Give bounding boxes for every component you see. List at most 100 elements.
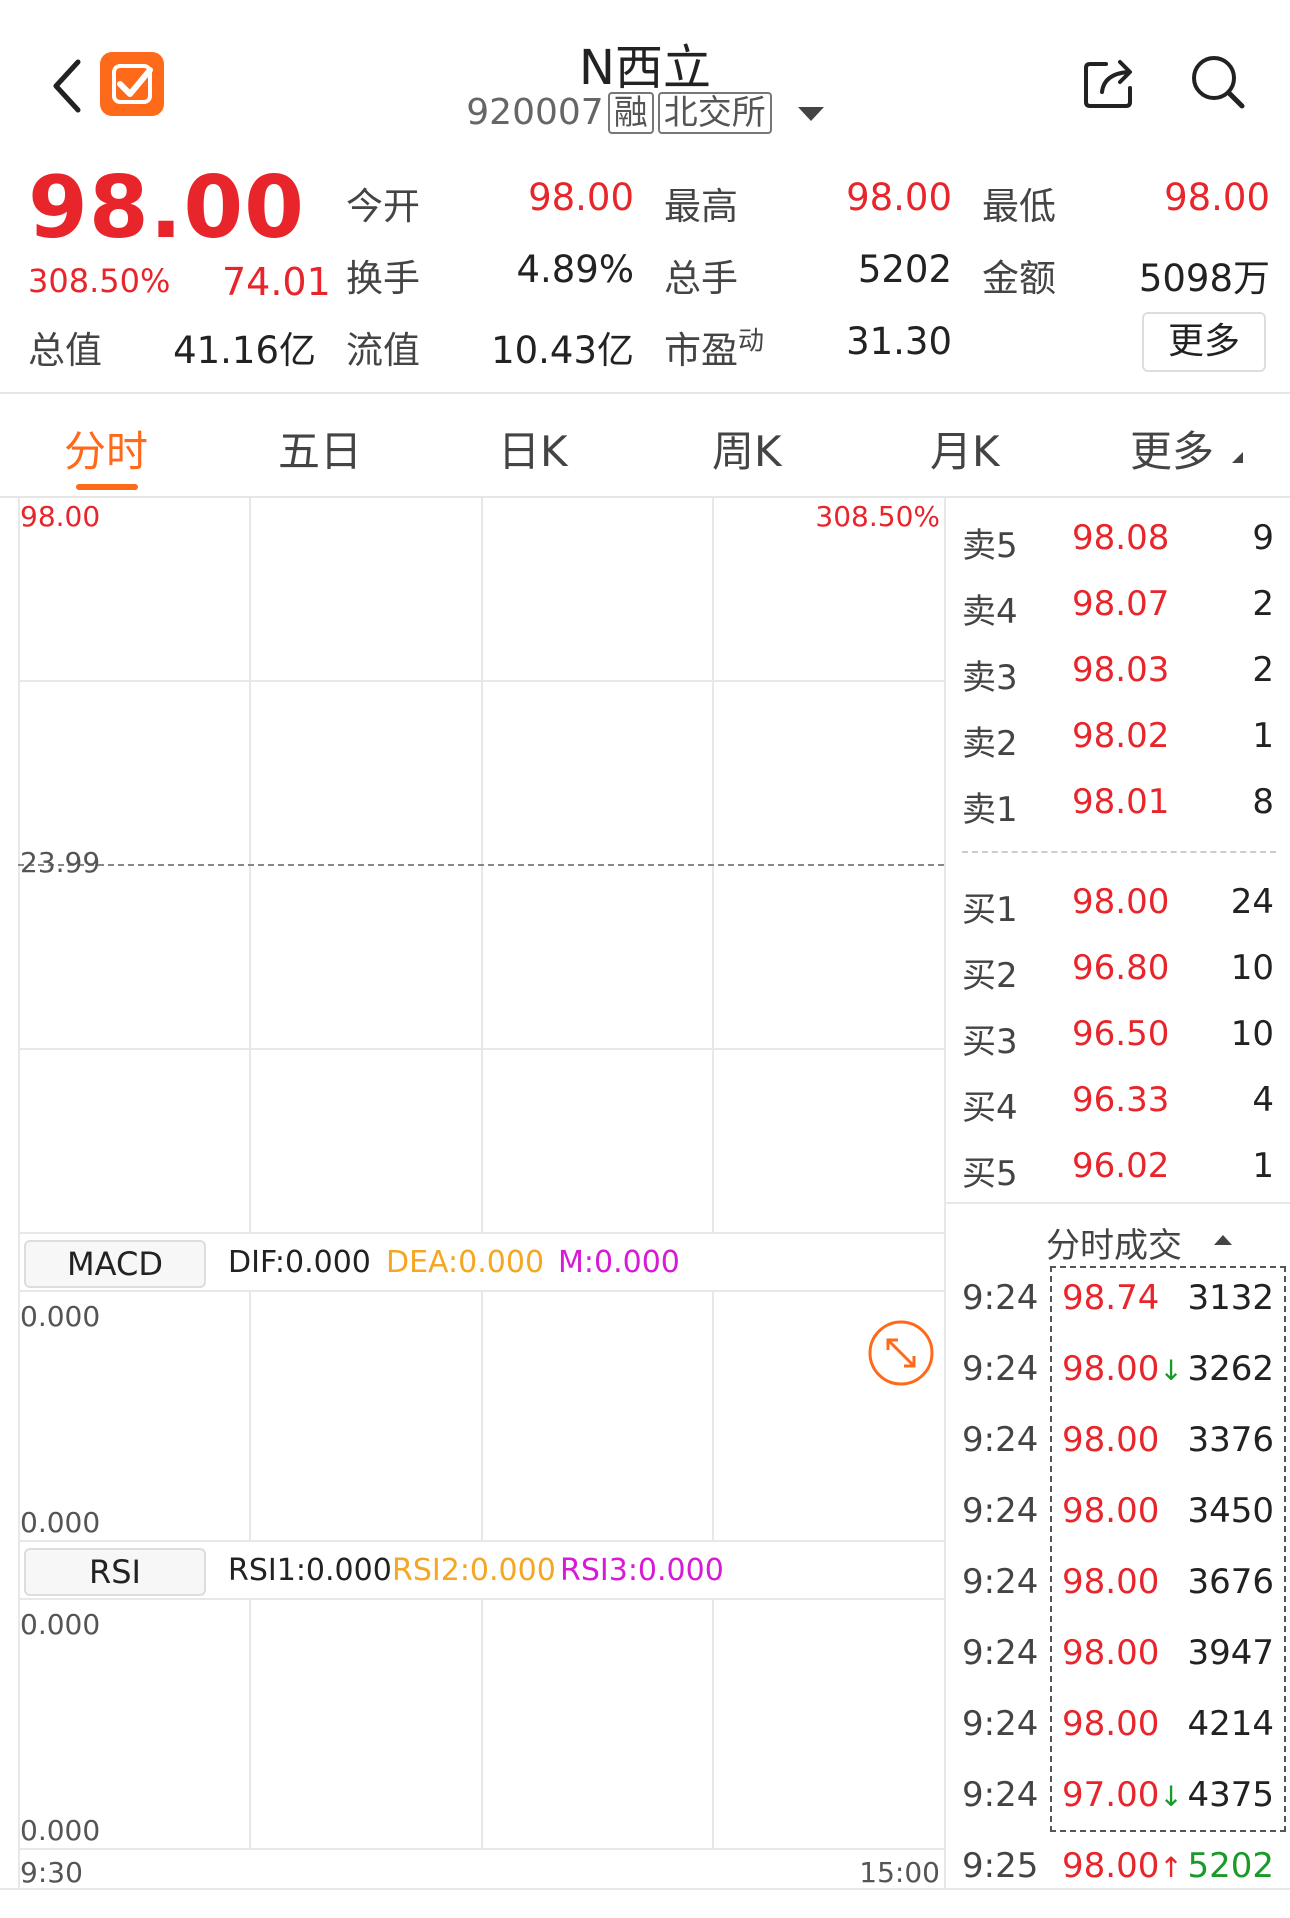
expand-icon[interactable]	[866, 1318, 936, 1388]
bid-volume: 1	[1252, 1146, 1274, 1186]
tick-row: 9:24 98.00 3450	[958, 1491, 1274, 1551]
ask-volume: 8	[1252, 782, 1274, 822]
bid-price: 98.00	[1072, 882, 1170, 922]
bottom-divider	[0, 1888, 1290, 1890]
stock-code: 920007	[466, 92, 604, 133]
ask-label: 卖4	[962, 592, 1018, 632]
tick-time: 9:24	[962, 1420, 1039, 1460]
tick-time: 9:24	[962, 1633, 1039, 1673]
low-label: 最低	[982, 185, 1056, 228]
ask-volume: 2	[1252, 650, 1274, 690]
high-label: 最高	[664, 185, 738, 228]
tab-more-indicator-icon	[1232, 452, 1243, 463]
ask-price: 98.08	[1072, 518, 1170, 558]
grid-line	[18, 1540, 944, 1542]
tab-five-day[interactable]: 五日	[278, 418, 362, 479]
active-tab-underline	[76, 484, 138, 490]
tick-row: 9:24 98.74 3132	[958, 1278, 1274, 1338]
ask-volume: 2	[1252, 584, 1274, 624]
ask-label: 卖1	[962, 790, 1018, 830]
more-button[interactable]: 更多	[1142, 312, 1266, 372]
tick-volume: 4214	[1187, 1704, 1274, 1744]
bid-label: 买2	[962, 956, 1018, 996]
tab-monthly-k[interactable]: 月K	[930, 418, 1000, 479]
sort-up-icon	[1214, 1235, 1232, 1245]
mktcap-value: 41.16亿	[173, 329, 316, 372]
tick-price: 98.00	[1062, 1491, 1160, 1531]
tick-volume: 3132	[1187, 1278, 1274, 1318]
grid-line	[18, 1048, 944, 1050]
tick-price: 98.00	[1062, 1633, 1160, 1673]
bid-label: 买1	[962, 890, 1018, 930]
volume-label: 总手	[664, 257, 738, 300]
divider	[944, 1202, 1290, 1204]
float-label: 流值	[346, 329, 420, 372]
time-axis-end: 15:00	[859, 1856, 940, 1889]
macd-dea: DEA:0.000	[386, 1245, 545, 1280]
ask-row: 卖1 98.01 8	[958, 782, 1274, 834]
grid-line	[18, 1232, 944, 1234]
chevron-down-icon[interactable]	[797, 107, 824, 121]
tick-row: 9:24 97.00↓ 4375	[958, 1775, 1274, 1835]
tick-row: 9:25 98.00↑ 5202	[958, 1846, 1274, 1906]
macd-selector[interactable]: MACD	[24, 1240, 206, 1288]
ask-row: 卖5 98.08 9	[958, 518, 1274, 570]
grid-line	[249, 1290, 251, 1540]
tick-row: 9:24 98.00 3676	[958, 1562, 1274, 1622]
tab-daily-k[interactable]: 日K	[498, 418, 568, 479]
search-icon[interactable]	[1188, 52, 1248, 112]
ask-price: 98.02	[1072, 716, 1170, 756]
tick-volume: 4375	[1187, 1775, 1274, 1815]
rsi-1: RSI1:0.000	[228, 1553, 392, 1588]
tick-volume: 3947	[1187, 1633, 1274, 1673]
bid-label: 买5	[962, 1154, 1018, 1194]
macd-dif: DIF:0.000	[228, 1245, 371, 1280]
pe-value: 31.30	[846, 320, 952, 363]
open-label: 今开	[346, 185, 420, 228]
amount-label: 金额	[982, 257, 1056, 300]
top-bar: N西立 920007 融北交所	[0, 0, 1290, 150]
ask-label: 卖2	[962, 724, 1018, 764]
ask-label: 卖5	[962, 526, 1018, 566]
tab-weekly-k[interactable]: 周K	[712, 418, 782, 479]
share-icon[interactable]	[1080, 52, 1140, 112]
bid-volume: 10	[1230, 948, 1274, 988]
ask-price: 98.03	[1072, 650, 1170, 690]
mktcap-label: 总值	[28, 329, 102, 372]
tick-trades-title[interactable]: 分时成交	[1046, 1218, 1182, 1267]
pe-label: 市盈动	[664, 326, 765, 372]
bid-row: 买1 98.00 24	[958, 882, 1274, 934]
tick-time: 9:24	[962, 1704, 1039, 1744]
tab-more[interactable]: 更多	[1130, 418, 1214, 479]
tick-price: 97.00↓	[1062, 1775, 1183, 1815]
tick-price: 98.00↓	[1062, 1349, 1183, 1389]
exchange-tag: 北交所	[657, 92, 772, 134]
tab-intraday[interactable]: 分时	[64, 418, 148, 479]
ask-row: 卖2 98.02 1	[958, 716, 1274, 768]
turnover-label: 换手	[346, 257, 420, 300]
grid-line	[712, 1598, 714, 1848]
grid-line	[944, 498, 946, 1888]
change-percent: 308.50%	[28, 262, 171, 300]
ask-price: 98.07	[1072, 584, 1170, 624]
high-value: 98.00	[846, 176, 952, 219]
divider	[0, 392, 1290, 394]
ask-price: 98.01	[1072, 782, 1170, 822]
tick-row: 9:24 98.00 4214	[958, 1704, 1274, 1764]
tick-price: 98.00↑	[1062, 1846, 1183, 1886]
grid-line	[712, 1290, 714, 1540]
rsi-3: RSI3:0.000	[560, 1553, 724, 1588]
current-price: 98.00	[28, 158, 306, 258]
tick-row: 9:24 98.00↓ 3262	[958, 1349, 1274, 1409]
prev-close-line	[18, 864, 944, 866]
open-value: 98.00	[528, 176, 634, 219]
volume-value: 5202	[857, 248, 952, 291]
pct-axis-top: 308.50%	[815, 500, 940, 533]
tick-price: 98.00	[1062, 1562, 1160, 1602]
tick-time: 9:24	[962, 1278, 1039, 1318]
tick-volume: 3450	[1187, 1491, 1274, 1531]
tick-time: 9:24	[962, 1562, 1039, 1602]
rsi-selector[interactable]: RSI	[24, 1548, 206, 1596]
grid-line	[18, 1848, 944, 1850]
tick-price: 98.00	[1062, 1420, 1160, 1460]
